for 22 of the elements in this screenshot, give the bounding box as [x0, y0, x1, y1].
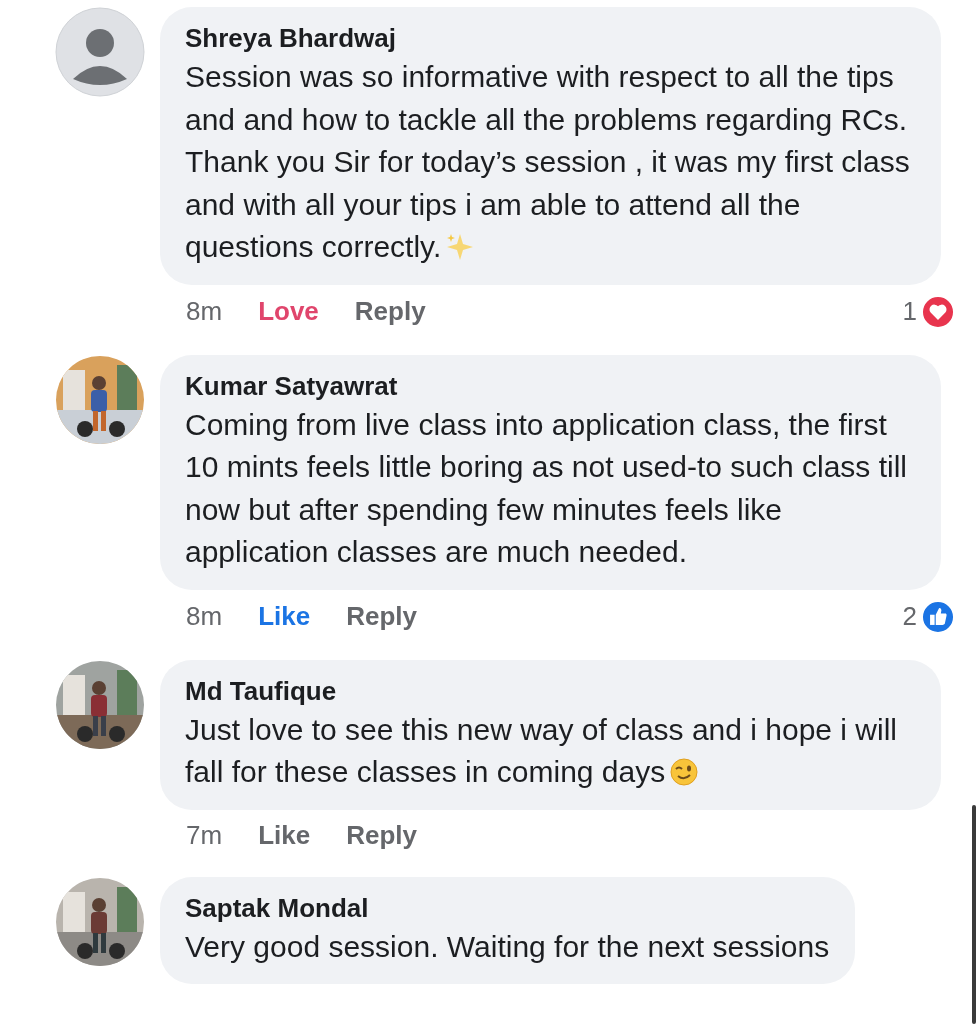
comment-text: Coming from live class into application class, the first 10 mints feels little boring as not used-to such class till now but after spending few minutes feels like application classes are much needed. — [185, 407, 907, 568]
reaction-link[interactable]: Like — [258, 819, 311, 851]
commenter-name[interactable]: Shreya Bhardwaj — [185, 23, 915, 54]
timestamp: 7m — [186, 819, 223, 851]
winking-face-icon — [669, 757, 700, 787]
timestamp: 8m — [186, 601, 223, 632]
reply-link[interactable]: Reply — [346, 819, 417, 851]
comment-text: Very good session. Waiting for the next sessions — [185, 929, 830, 963]
timestamp: 8m — [186, 296, 223, 327]
commenter-name[interactable]: Saptak Mondal — [185, 892, 830, 924]
thumbs-up-icon[interactable] — [921, 599, 955, 634]
reaction-link[interactable]: Love — [258, 296, 319, 327]
reaction-link[interactable]: Like — [258, 601, 311, 632]
commenter-name[interactable]: Kumar Satyawrat — [185, 370, 915, 402]
reaction-count[interactable]: 1 — [902, 296, 917, 327]
avatar-icon[interactable] — [55, 7, 145, 97]
reply-link[interactable]: Reply — [346, 601, 417, 632]
commenter-name[interactable]: Md Taufique — [185, 675, 915, 707]
reaction-count[interactable]: 2 — [902, 601, 917, 632]
comment-text: Session was so informative with respect to all the tips and and how to tackle all the problems regarding RCs. Thank you Sir for today’s session , it was my first class and with all your tips i am able to attend all the questions correctly. — [185, 60, 910, 263]
scrollbar[interactable] — [972, 805, 976, 1024]
reply-link[interactable]: Reply — [354, 296, 426, 327]
